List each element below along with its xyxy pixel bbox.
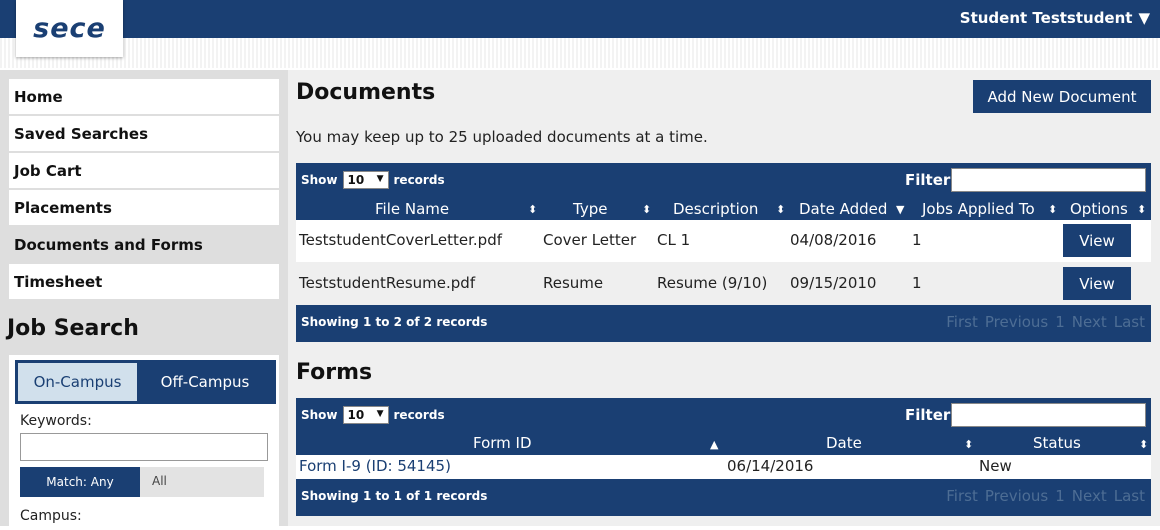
table-row: TeststudentCoverLetter.pdf Cover Letter … bbox=[296, 220, 1151, 262]
sort-both-icon[interactable]: ⬍ bbox=[642, 203, 651, 216]
header-stripes bbox=[0, 38, 1160, 68]
sort-desc-icon[interactable]: ▼ bbox=[896, 203, 904, 216]
show-label: Show bbox=[301, 173, 338, 187]
match-any-button[interactable]: Match: Any bbox=[20, 467, 140, 497]
sort-both-icon[interactable]: ⬍ bbox=[776, 203, 785, 216]
description-cell: CL 1 bbox=[657, 231, 691, 249]
sidebar-item-saved-searches[interactable]: Saved Searches bbox=[9, 116, 279, 151]
add-new-document-button[interactable]: Add New Document bbox=[973, 80, 1151, 113]
pager-next[interactable]: Next bbox=[1072, 487, 1107, 505]
sort-both-icon[interactable]: ⬍ bbox=[964, 438, 973, 451]
match-all-button[interactable]: All bbox=[140, 467, 264, 497]
user-menu[interactable]: Student Teststudent ▼ bbox=[960, 9, 1150, 27]
forms-table-footer: Showing 1 to 1 of 1 records First Previo… bbox=[296, 479, 1151, 516]
column-jobs-applied-to[interactable]: Jobs Applied To bbox=[922, 200, 1035, 218]
column-form-id[interactable]: Form ID bbox=[473, 434, 532, 452]
main-content: Documents Add New Document You may keep … bbox=[288, 70, 1160, 526]
forms-record-count: Showing 1 to 1 of 1 records bbox=[301, 489, 488, 503]
user-name[interactable]: Student Teststudent bbox=[960, 9, 1133, 27]
forms-page-size: Show 10 records bbox=[301, 406, 445, 424]
sort-both-icon[interactable]: ⬍ bbox=[1139, 438, 1148, 451]
documents-pagination: First Previous 1 Next Last bbox=[946, 313, 1145, 331]
campus-label: Campus: bbox=[20, 508, 82, 524]
column-description[interactable]: Description bbox=[673, 200, 758, 218]
column-date-added[interactable]: Date Added bbox=[799, 200, 887, 218]
pager-page[interactable]: 1 bbox=[1055, 313, 1065, 331]
documents-page-size: Show 10 records bbox=[301, 171, 445, 189]
forms-filter-input[interactable] bbox=[951, 403, 1146, 427]
documents-title: Documents bbox=[296, 80, 436, 105]
pager-next[interactable]: Next bbox=[1072, 313, 1107, 331]
jobs-applied-cell: 1 bbox=[912, 231, 922, 249]
records-label: records bbox=[393, 173, 445, 187]
documents-record-count: Showing 1 to 2 of 2 records bbox=[301, 315, 488, 329]
tab-off-campus[interactable]: Off-Campus bbox=[137, 363, 273, 401]
pager-previous[interactable]: Previous bbox=[985, 487, 1048, 505]
table-row: Form I-9 (ID: 54145) 06/14/2016 New bbox=[296, 455, 1151, 479]
column-type[interactable]: Type bbox=[573, 200, 607, 218]
filter-label: Filter: bbox=[905, 406, 957, 424]
table-row: TeststudentResume.pdf Resume Resume (9/1… bbox=[296, 262, 1151, 305]
top-bar: Student Teststudent ▼ bbox=[0, 0, 1160, 38]
sidebar-item-job-cart[interactable]: Job Cart bbox=[9, 153, 279, 188]
job-search-title: Job Search bbox=[7, 316, 139, 341]
view-button[interactable]: View bbox=[1063, 267, 1131, 300]
form-id-link[interactable]: Form I-9 (ID: 54145) bbox=[299, 457, 451, 475]
documents-note: You may keep up to 25 uploaded documents… bbox=[296, 128, 708, 146]
sidebar-item-home[interactable]: Home bbox=[9, 79, 279, 114]
forms-pagination: First Previous 1 Next Last bbox=[946, 487, 1145, 505]
job-search-panel: On-Campus Off-Campus Keywords: Match: An… bbox=[9, 355, 279, 530]
forms-table-header: Show 10 records Filter: Form ID ▲ Date ⬍… bbox=[296, 398, 1151, 455]
view-button[interactable]: View bbox=[1063, 224, 1131, 257]
type-cell: Cover Letter bbox=[543, 231, 637, 249]
column-file-name[interactable]: File Name bbox=[375, 200, 449, 218]
caret-down-icon[interactable]: ▼ bbox=[1138, 9, 1150, 27]
form-date-cell: 06/14/2016 bbox=[727, 457, 814, 475]
jobs-applied-cell: 1 bbox=[912, 274, 922, 292]
page-size-select[interactable]: 10 bbox=[342, 171, 389, 189]
campus-tabs: On-Campus Off-Campus bbox=[15, 360, 276, 404]
show-label: Show bbox=[301, 408, 338, 422]
documents-filter-input[interactable] bbox=[951, 168, 1146, 192]
keywords-input[interactable] bbox=[20, 433, 268, 461]
pager-first[interactable]: First bbox=[946, 487, 978, 505]
sort-both-icon[interactable]: ⬍ bbox=[1137, 203, 1146, 216]
file-name-cell: TeststudentCoverLetter.pdf bbox=[299, 231, 502, 249]
documents-table-header: Show 10 records Filter: File Name ⬍ Type… bbox=[296, 163, 1151, 220]
file-name-cell: TeststudentResume.pdf bbox=[299, 274, 476, 292]
page-size-select[interactable]: 10 bbox=[342, 406, 389, 424]
records-label: records bbox=[393, 408, 445, 422]
sidebar-item-placements[interactable]: Placements bbox=[9, 190, 279, 225]
logo-text[interactable]: sece bbox=[33, 13, 106, 44]
column-date[interactable]: Date bbox=[826, 434, 862, 452]
keywords-label: Keywords: bbox=[20, 413, 92, 429]
sidebar-item-documents-and-forms[interactable]: Documents and Forms bbox=[9, 227, 279, 262]
column-status[interactable]: Status bbox=[1033, 434, 1081, 452]
pager-last[interactable]: Last bbox=[1114, 313, 1145, 331]
description-cell: Resume (9/10) bbox=[657, 274, 768, 292]
date-added-cell: 09/15/2010 bbox=[790, 274, 877, 292]
column-options[interactable]: Options bbox=[1070, 200, 1128, 218]
sort-asc-icon[interactable]: ▲ bbox=[710, 438, 718, 451]
tab-on-campus[interactable]: On-Campus bbox=[18, 363, 137, 401]
sort-both-icon[interactable]: ⬍ bbox=[1048, 203, 1057, 216]
pager-last[interactable]: Last bbox=[1114, 487, 1145, 505]
form-status-cell: New bbox=[979, 457, 1012, 475]
pager-page[interactable]: 1 bbox=[1055, 487, 1065, 505]
pager-first[interactable]: First bbox=[946, 313, 978, 331]
filter-label: Filter: bbox=[905, 171, 957, 189]
sidebar: Home Saved Searches Job Cart Placements … bbox=[0, 70, 288, 530]
type-cell: Resume bbox=[543, 274, 604, 292]
forms-title: Forms bbox=[296, 360, 373, 385]
logo[interactable]: sece bbox=[16, 0, 123, 57]
date-added-cell: 04/08/2016 bbox=[790, 231, 877, 249]
sidebar-item-timesheet[interactable]: Timesheet bbox=[9, 264, 279, 299]
sort-both-icon[interactable]: ⬍ bbox=[528, 203, 537, 216]
documents-table-footer: Showing 1 to 2 of 2 records First Previo… bbox=[296, 305, 1151, 342]
pager-previous[interactable]: Previous bbox=[985, 313, 1048, 331]
